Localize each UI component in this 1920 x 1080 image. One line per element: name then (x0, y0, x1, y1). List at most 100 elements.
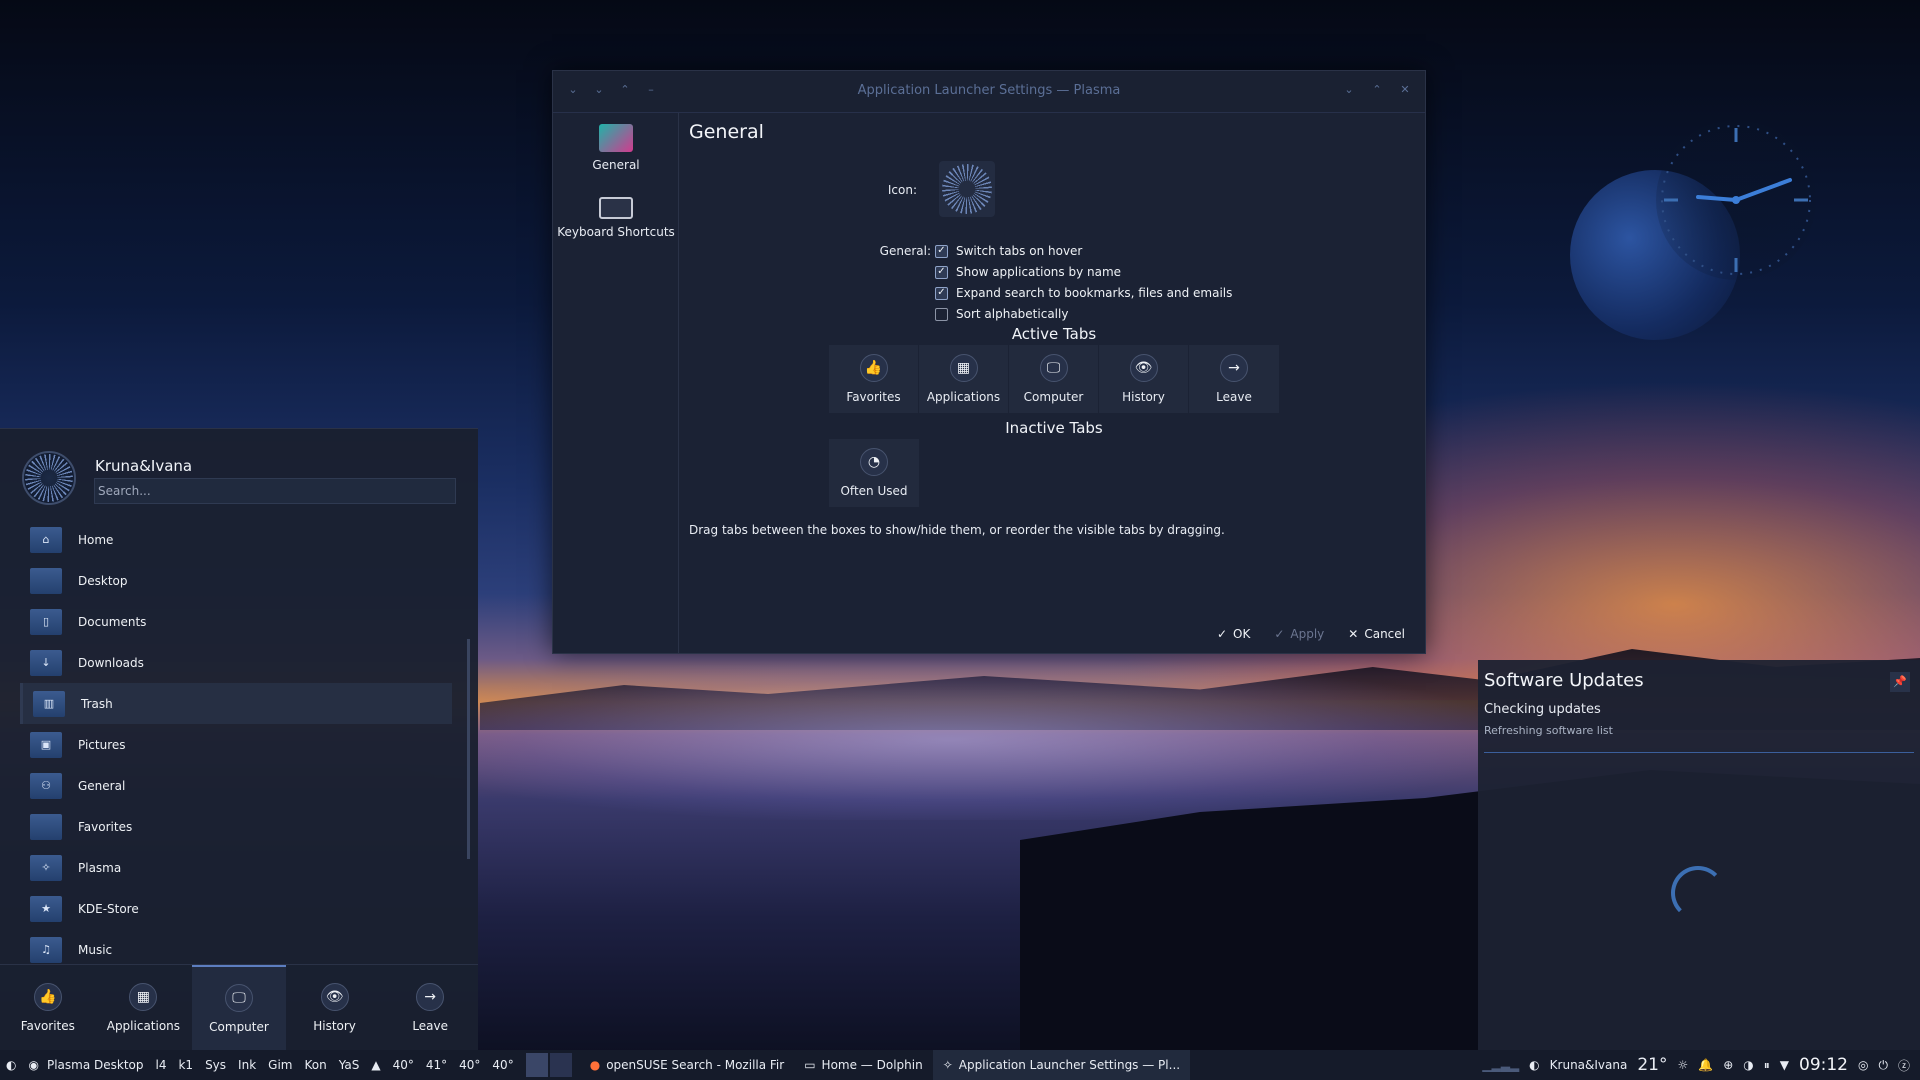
home-folder-icon: ⌂ (30, 526, 62, 553)
activity-switcher[interactable]: ◉ Plasma Desktop (22, 1050, 149, 1080)
tab-computer[interactable]: 🖵 Computer (191, 965, 286, 1051)
launcher-icon-button[interactable] (939, 161, 995, 217)
pager-desktop-2[interactable] (549, 1053, 572, 1077)
progress-line (1484, 752, 1914, 753)
cancel-button[interactable]: ✕ Cancel (1348, 627, 1405, 641)
window-titlebar[interactable]: ⌄ ⌄ ⌃ – Application Launcher Settings — … (553, 71, 1425, 113)
checkbox-checked[interactable]: ✓ (935, 244, 948, 258)
option-expand-search[interactable]: ✓ Expand search to bookmarks, files and … (935, 286, 1232, 300)
user-switcher-label[interactable]: Kruna&Ivana (1550, 1058, 1628, 1072)
apps-icon: ▦ (949, 354, 978, 382)
list-item-label: General (78, 778, 126, 793)
computer-icon: 🖵 (1039, 354, 1068, 382)
list-item-plasma[interactable]: ✧ Plasma (20, 847, 452, 888)
checkbox-unchecked[interactable] (935, 307, 948, 321)
avatar[interactable] (22, 451, 76, 505)
power-icon[interactable]: ⏻ (1878, 1058, 1888, 1073)
list-scrollbar[interactable] (467, 639, 470, 859)
list-item-general[interactable]: ⚇ General (20, 765, 452, 806)
analog-clock-widget[interactable] (1656, 120, 1816, 280)
inactive-tab-often-used[interactable]: ◔ Often Used (829, 439, 919, 507)
kickoff-menu[interactable]: Kruna&Ivana Search... ⌂ Home Desktop ▯ Doc… (0, 428, 478, 1051)
plasma-folder-icon: ✧ (30, 854, 62, 881)
list-item-label: Desktop (78, 573, 128, 588)
inactive-tabs-box[interactable]: ◔ Often Used (829, 439, 919, 507)
virtual-desktop-pager[interactable] (520, 1050, 580, 1080)
minimize-icon[interactable]: ⌄ (1343, 83, 1355, 97)
sleep-icon[interactable]: ⓩ (1898, 1057, 1910, 1074)
tab-leave[interactable]: → Leave (383, 965, 477, 1051)
active-tab-history[interactable]: 👁 History (1099, 345, 1189, 413)
sidebar-item-keyboard-shortcuts[interactable]: Keyboard Shortcuts (553, 183, 679, 253)
clipboard-icon[interactable]: ◑ (1743, 1058, 1753, 1072)
updates-detail: Refreshing software list (1484, 724, 1613, 737)
sidebar-item-general[interactable]: General (553, 113, 679, 183)
pager-desktop-1[interactable] (525, 1053, 548, 1077)
updates-icon[interactable]: ⊕ (1723, 1058, 1733, 1072)
apply-button[interactable]: ✓ Apply (1274, 627, 1324, 641)
general-label: General: (879, 244, 931, 258)
documents-folder-icon: ▯ (30, 608, 62, 635)
launcher-l4[interactable]: l4 (150, 1050, 173, 1080)
active-tab-applications[interactable]: ▦ Applications (919, 345, 1009, 413)
task-launcher-settings[interactable]: ✧ Application Launcher Settings — Pl... (932, 1050, 1191, 1080)
list-item-pictures[interactable]: ▣ Pictures (20, 724, 452, 765)
list-item-home[interactable]: ⌂ Home (20, 519, 452, 560)
tab-favorites[interactable]: 👍 Favorites (1, 965, 95, 1051)
launcher-yas[interactable]: YaS (333, 1050, 366, 1080)
lake-mist (400, 660, 1500, 820)
active-tab-leave[interactable]: → Leave (1189, 345, 1279, 413)
expand-up-icon[interactable]: ▲ (365, 1050, 386, 1080)
user-switcher-icon[interactable]: ◐ (1529, 1058, 1539, 1072)
list-item-trash[interactable]: ▥ Trash (20, 683, 452, 724)
pin-icon[interactable]: 📌 (1890, 672, 1910, 692)
keyboard-icon (599, 197, 633, 219)
dolphin-icon: ▭ (804, 1058, 816, 1072)
updates-status: Checking updates (1484, 702, 1601, 717)
launcher-settings-window[interactable]: ⌄ ⌄ ⌃ – Application Launcher Settings — … (552, 70, 1426, 654)
list-item-kde-store[interactable]: ★ KDE-Store (20, 888, 452, 929)
active-tab-favorites[interactable]: 👍 Favorites (829, 345, 919, 413)
software-updates-popup[interactable]: Software Updates 📌 Checking updates Refr… (1478, 660, 1920, 1050)
kickoff-tab-bar: 👍 Favorites ▦ Applications 🖵 Computer 👁 … (0, 964, 478, 1051)
active-tabs-box[interactable]: 👍 Favorites ▦ Applications 🖵 Computer 👁 … (829, 345, 1279, 413)
checkbox-checked[interactable]: ✓ (935, 265, 948, 279)
option-sort-alphabetically[interactable]: Sort alphabetically (935, 307, 1068, 321)
ok-button[interactable]: ✓ OK (1217, 627, 1250, 641)
list-item-documents[interactable]: ▯ Documents (20, 601, 452, 642)
list-item-favorites[interactable]: Favorites (20, 806, 452, 847)
sun-icon[interactable]: ☼ (1677, 1058, 1688, 1072)
sidebar-item-label: General (592, 158, 640, 172)
list-item-desktop[interactable]: Desktop (20, 560, 452, 601)
list-item-label: Music (78, 942, 113, 957)
app-launcher-button[interactable]: ◐ (0, 1050, 22, 1080)
option-show-applications-by-name[interactable]: ✓ Show applications by name (935, 265, 1121, 279)
tray-expand-icon[interactable]: ▼ (1780, 1058, 1789, 1072)
computer-icon: 🖵 (224, 984, 253, 1012)
tab-history[interactable]: 👁 History (288, 965, 382, 1051)
tab-applications[interactable]: ▦ Applications (96, 965, 190, 1051)
maximize-icon[interactable]: ⌃ (1371, 83, 1383, 97)
option-switch-tabs-on-hover[interactable]: ✓ Switch tabs on hover (935, 244, 1082, 258)
launcher-gim[interactable]: Gim (262, 1050, 298, 1080)
lock-screen-icon[interactable]: ◎ (1858, 1058, 1868, 1072)
launcher-swirl-icon (942, 164, 992, 214)
opensuse-logo-icon: ◐ (6, 1058, 17, 1072)
media-pause-icon[interactable]: ⏸ (1764, 1058, 1770, 1073)
button-label: Cancel (1364, 627, 1405, 641)
search-input[interactable]: Search... (94, 478, 456, 504)
digital-clock[interactable]: 09:12 (1799, 1055, 1848, 1075)
notifications-icon[interactable]: 🔔 (1698, 1058, 1713, 1072)
weather-temperature[interactable]: 21° (1637, 1055, 1667, 1075)
launcher-kon[interactable]: Kon (298, 1050, 332, 1080)
launcher-k1[interactable]: k1 (172, 1050, 199, 1080)
task-dolphin[interactable]: ▭ Home — Dolphin (794, 1050, 933, 1080)
close-icon[interactable]: ✕ (1399, 83, 1411, 97)
launcher-sys[interactable]: Sys (199, 1050, 232, 1080)
checkbox-checked[interactable]: ✓ (935, 286, 948, 300)
list-item-downloads[interactable]: ↓ Downloads (20, 642, 452, 683)
active-tab-computer[interactable]: 🖵 Computer (1009, 345, 1099, 413)
launcher-ink[interactable]: Ink (232, 1050, 262, 1080)
settings-sidebar: General Keyboard Shortcuts (553, 113, 679, 653)
task-firefox[interactable]: ● openSUSE Search - Mozilla Fir (580, 1050, 795, 1080)
